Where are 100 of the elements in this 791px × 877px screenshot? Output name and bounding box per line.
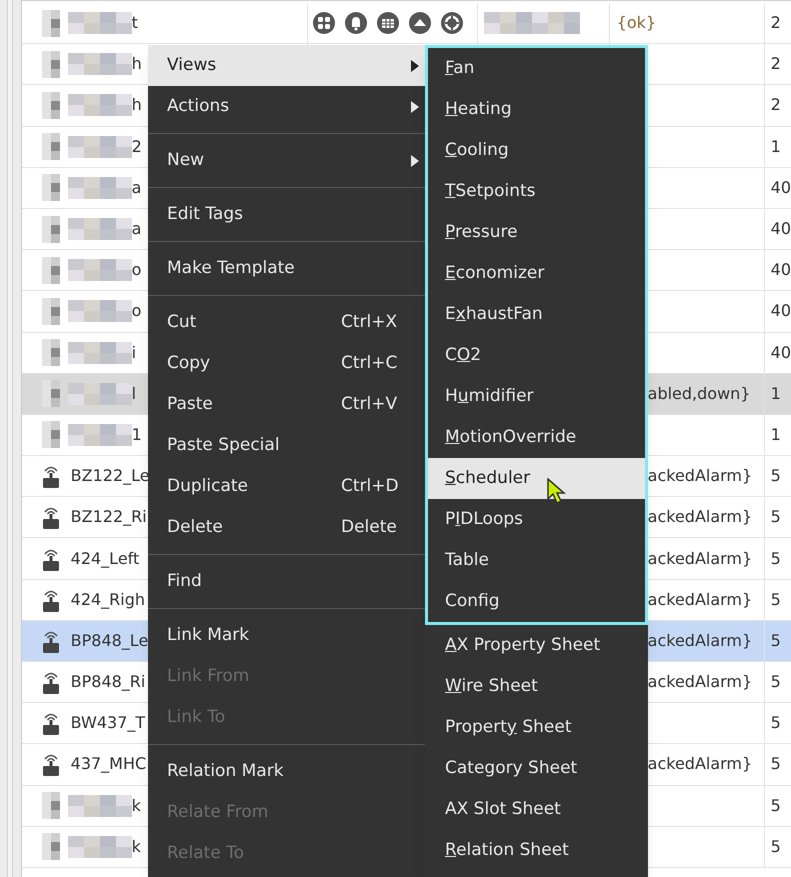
- name-text: l: [132, 382, 136, 405]
- menu-item[interactable]: Copy Ctrl+C: [148, 343, 425, 384]
- count-text: 40: [770, 342, 791, 364]
- menu-item[interactable]: Actions: [148, 86, 425, 127]
- menu-item[interactable]: Fan: [428, 48, 645, 89]
- wireless-device-icon: [42, 628, 60, 653]
- menu-item[interactable]: Duplicate Ctrl+D: [148, 466, 425, 507]
- redacted-icon: [42, 833, 60, 860]
- status-text: ackedAlarm}: [648, 548, 752, 570]
- menu-item[interactable]: Find: [148, 561, 425, 602]
- menu-item[interactable]: Heating: [428, 89, 645, 130]
- redacted-text: [68, 836, 132, 858]
- count-text: 40: [770, 259, 791, 282]
- redacted-icon: [42, 421, 60, 448]
- name-text: h: [132, 94, 142, 116]
- menu-item[interactable]: Wire Sheet: [428, 666, 648, 707]
- name-text: t: [132, 12, 138, 34]
- menu-item[interactable]: MotionOverride: [428, 417, 645, 458]
- wireless-device-icon: [42, 670, 60, 694]
- menu-item[interactable]: Delete Delete: [148, 507, 425, 548]
- count-text: 1: [770, 382, 781, 405]
- menu-item[interactable]: Paste Ctrl+V: [148, 384, 425, 425]
- redacted-text: [68, 53, 132, 76]
- menu-item[interactable]: Views: [148, 45, 425, 86]
- count-text: 5: [770, 753, 781, 776]
- redacted-icon: [42, 256, 60, 284]
- redacted-icon: [42, 174, 60, 202]
- redacted-text: [68, 424, 132, 446]
- redacted-text: [68, 342, 132, 364]
- menu-item[interactable]: TSetpoints: [428, 171, 645, 212]
- menu-item[interactable]: CO2: [428, 335, 645, 376]
- table-row[interactable]: t {ok} 2: [22, 3, 791, 44]
- wireless-device-icon: [42, 752, 60, 776]
- count-text: 2: [770, 53, 781, 76]
- menu-item[interactable]: Paste Special: [148, 425, 425, 466]
- redacted-icon: [42, 50, 60, 78]
- shortcut-text: Ctrl+D: [341, 474, 400, 498]
- menu-item[interactable]: Edit Tags: [148, 194, 425, 235]
- name-text: 2: [132, 136, 142, 158]
- count-text: 40: [770, 176, 791, 199]
- status-text: ackedAlarm}: [648, 588, 752, 611]
- menu-item[interactable]: Table: [428, 540, 645, 581]
- menu-item[interactable]: Relation Sheet: [428, 830, 648, 871]
- menu-item[interactable]: New: [148, 140, 425, 181]
- menu-item[interactable]: PIDLoops: [428, 499, 645, 540]
- device-name: BP848_Le: [70, 630, 148, 652]
- name-text: o: [132, 300, 142, 322]
- count-text: 5: [770, 506, 781, 528]
- status-text: ackedAlarm}: [648, 465, 752, 488]
- device-name: BZ122_Ri: [70, 506, 147, 528]
- count-text: 5: [770, 671, 781, 694]
- wireless-device-icon: [42, 588, 60, 612]
- status-text: ackedAlarm}: [648, 753, 752, 776]
- menu-item[interactable]: Make Template: [148, 248, 425, 289]
- count-text: 2: [770, 12, 781, 34]
- count-text: 1: [770, 424, 781, 446]
- menu-item[interactable]: Cut Ctrl+X: [148, 302, 425, 343]
- redacted-text: [68, 136, 132, 158]
- menu-item[interactable]: Scheduler: [428, 458, 645, 499]
- menu-item[interactable]: Economizer: [428, 253, 645, 294]
- menu-item[interactable]: Category Sheet: [428, 748, 648, 789]
- menu-item[interactable]: ExhaustFan: [428, 294, 645, 335]
- wireless-device-icon: [42, 464, 60, 488]
- redacted-icon: [42, 133, 60, 160]
- count-text: 1: [770, 136, 781, 158]
- menu-item[interactable]: AX Property Sheet: [428, 625, 648, 666]
- redacted-icon: [42, 339, 60, 366]
- redacted-icon: [42, 298, 60, 325]
- redacted-text: [68, 259, 132, 282]
- menu-item[interactable]: AX Slot Sheet: [428, 789, 648, 830]
- count-text: 5: [770, 630, 781, 652]
- name-text: 1: [132, 424, 142, 446]
- menu-item[interactable]: Cooling: [428, 130, 645, 171]
- name-text: h: [132, 53, 142, 76]
- redacted-text: [68, 12, 132, 34]
- shortcut-text: Delete: [341, 516, 398, 539]
- status-text: abled,down}: [648, 382, 750, 405]
- shortcut-text: Ctrl+C: [341, 352, 398, 375]
- menu-item[interactable]: Property Sheet: [428, 707, 648, 748]
- name-text: a: [132, 176, 142, 199]
- wireless-device-icon: [42, 505, 60, 530]
- bell-icon: [344, 12, 367, 34]
- status-text: ackedAlarm}: [648, 671, 752, 694]
- menu-item[interactable]: Relation Mark: [148, 751, 425, 792]
- menu-item[interactable]: Pressure: [428, 212, 645, 253]
- menu-item[interactable]: Humidifier: [428, 376, 645, 417]
- device-name: 424_Left: [70, 548, 140, 570]
- name-text: o: [132, 259, 142, 282]
- count-text: 5: [770, 588, 781, 611]
- device-name: BW437_T: [70, 712, 146, 734]
- shortcut-text: Ctrl+V: [341, 392, 398, 416]
- wireless-device-icon: [42, 711, 60, 736]
- count-text: 5: [770, 465, 781, 488]
- device-name: BP848_Ri: [70, 671, 146, 694]
- menu-item[interactable]: Link Mark: [148, 615, 425, 656]
- lifebuoy-icon: [440, 12, 463, 34]
- count-text: 5: [770, 712, 781, 734]
- menu-item[interactable]: Config: [428, 581, 645, 622]
- name-text: a: [132, 218, 142, 240]
- redacted-text: [68, 94, 132, 116]
